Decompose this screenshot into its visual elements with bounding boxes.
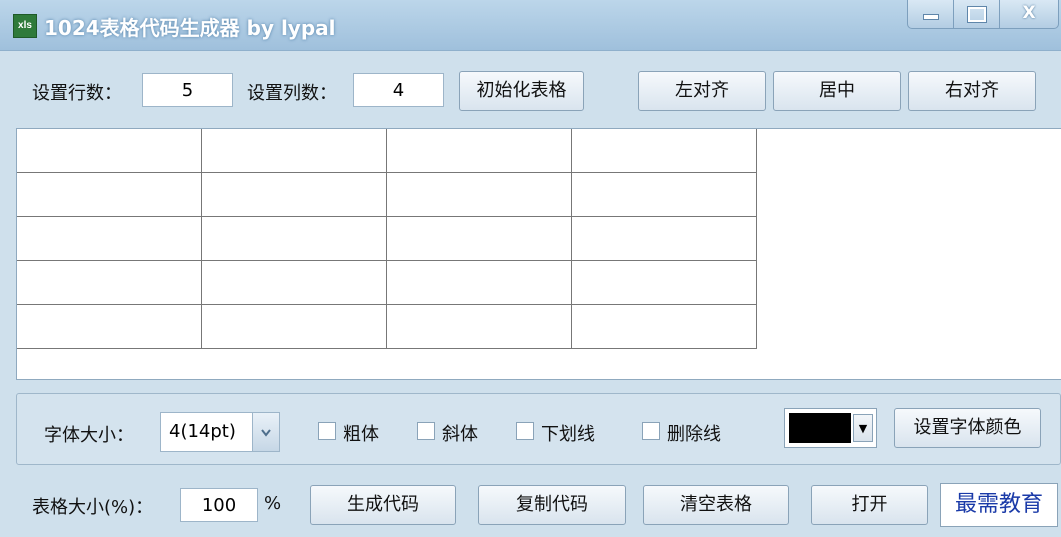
underline-checkbox[interactable] — [516, 422, 534, 440]
generate-code-button[interactable]: 生成代码 — [310, 485, 456, 525]
minimize-button[interactable] — [907, 0, 955, 29]
rows-label: 设置行数： — [32, 83, 122, 104]
align-left-button[interactable]: 左对齐 — [638, 71, 766, 111]
close-button[interactable]: X — [999, 0, 1059, 29]
strikethrough-label: 删除线 — [667, 424, 721, 445]
table-row — [17, 304, 757, 349]
font-size-value: 4(14pt) — [169, 421, 236, 442]
table-cell[interactable] — [17, 304, 202, 349]
color-swatch — [789, 413, 851, 443]
maximize-icon — [967, 6, 987, 23]
spreadsheet-app-icon: xls — [13, 14, 37, 38]
table-row — [17, 260, 757, 305]
window-title: 1024表格代码生成器 by lypal — [44, 16, 336, 40]
table-cell[interactable] — [386, 260, 572, 305]
table-row — [17, 216, 757, 261]
rows-input[interactable]: 5 — [142, 73, 233, 107]
align-center-button[interactable]: 居中 — [773, 71, 901, 111]
minimize-icon — [923, 14, 939, 20]
init-table-button[interactable]: 初始化表格 — [459, 71, 584, 111]
chevron-down-icon[interactable] — [252, 413, 279, 451]
font-size-label: 字体大小： — [44, 425, 134, 446]
font-size-select[interactable]: 4(14pt) — [160, 412, 280, 452]
italic-checkbox[interactable] — [417, 422, 435, 440]
table-cell[interactable] — [201, 304, 387, 349]
font-color-picker[interactable]: ▼ — [784, 408, 877, 448]
table-cell[interactable] — [201, 172, 387, 217]
title-bar: xls 1024表格代码生成器 by lypal X — [0, 0, 1061, 51]
table-preview-area[interactable] — [16, 128, 1061, 380]
table-preview[interactable] — [17, 129, 757, 349]
table-cell[interactable] — [17, 260, 202, 305]
table-cell[interactable] — [571, 216, 757, 261]
table-row — [17, 172, 757, 217]
table-cell[interactable] — [17, 172, 202, 217]
align-right-button[interactable]: 右对齐 — [908, 71, 1036, 111]
table-cell[interactable] — [571, 260, 757, 305]
table-cell[interactable] — [571, 172, 757, 217]
bold-checkbox[interactable] — [318, 422, 336, 440]
table-size-label: 表格大小(%)： — [32, 497, 154, 518]
table-cell[interactable] — [571, 129, 757, 173]
table-cell[interactable] — [386, 216, 572, 261]
table-cell[interactable] — [386, 129, 572, 173]
set-font-color-button[interactable]: 设置字体颜色 — [894, 408, 1041, 448]
clear-table-button[interactable]: 清空表格 — [643, 485, 789, 525]
close-icon: X — [1022, 3, 1036, 23]
table-cell[interactable] — [201, 129, 387, 173]
open-button[interactable]: 打开 — [811, 485, 928, 525]
table-cell[interactable] — [386, 304, 572, 349]
bold-label: 粗体 — [343, 424, 379, 445]
strikethrough-checkbox[interactable] — [642, 422, 660, 440]
table-size-input[interactable]: 100 — [180, 488, 258, 522]
dropdown-arrow-icon[interactable]: ▼ — [853, 414, 873, 442]
watermark-logo: 最需教育 — [940, 483, 1058, 527]
underline-label: 下划线 — [541, 424, 595, 445]
cols-input[interactable]: 4 — [353, 73, 444, 107]
cols-label: 设置列数： — [247, 83, 337, 104]
table-cell[interactable] — [17, 216, 202, 261]
table-cell[interactable] — [201, 260, 387, 305]
italic-label: 斜体 — [442, 424, 478, 445]
maximize-button[interactable] — [953, 0, 1001, 29]
percent-label: % — [264, 493, 282, 514]
table-row — [17, 129, 757, 173]
table-cell[interactable] — [17, 129, 202, 173]
table-cell[interactable] — [571, 304, 757, 349]
table-cell[interactable] — [201, 216, 387, 261]
copy-code-button[interactable]: 复制代码 — [478, 485, 626, 525]
table-cell[interactable] — [386, 172, 572, 217]
